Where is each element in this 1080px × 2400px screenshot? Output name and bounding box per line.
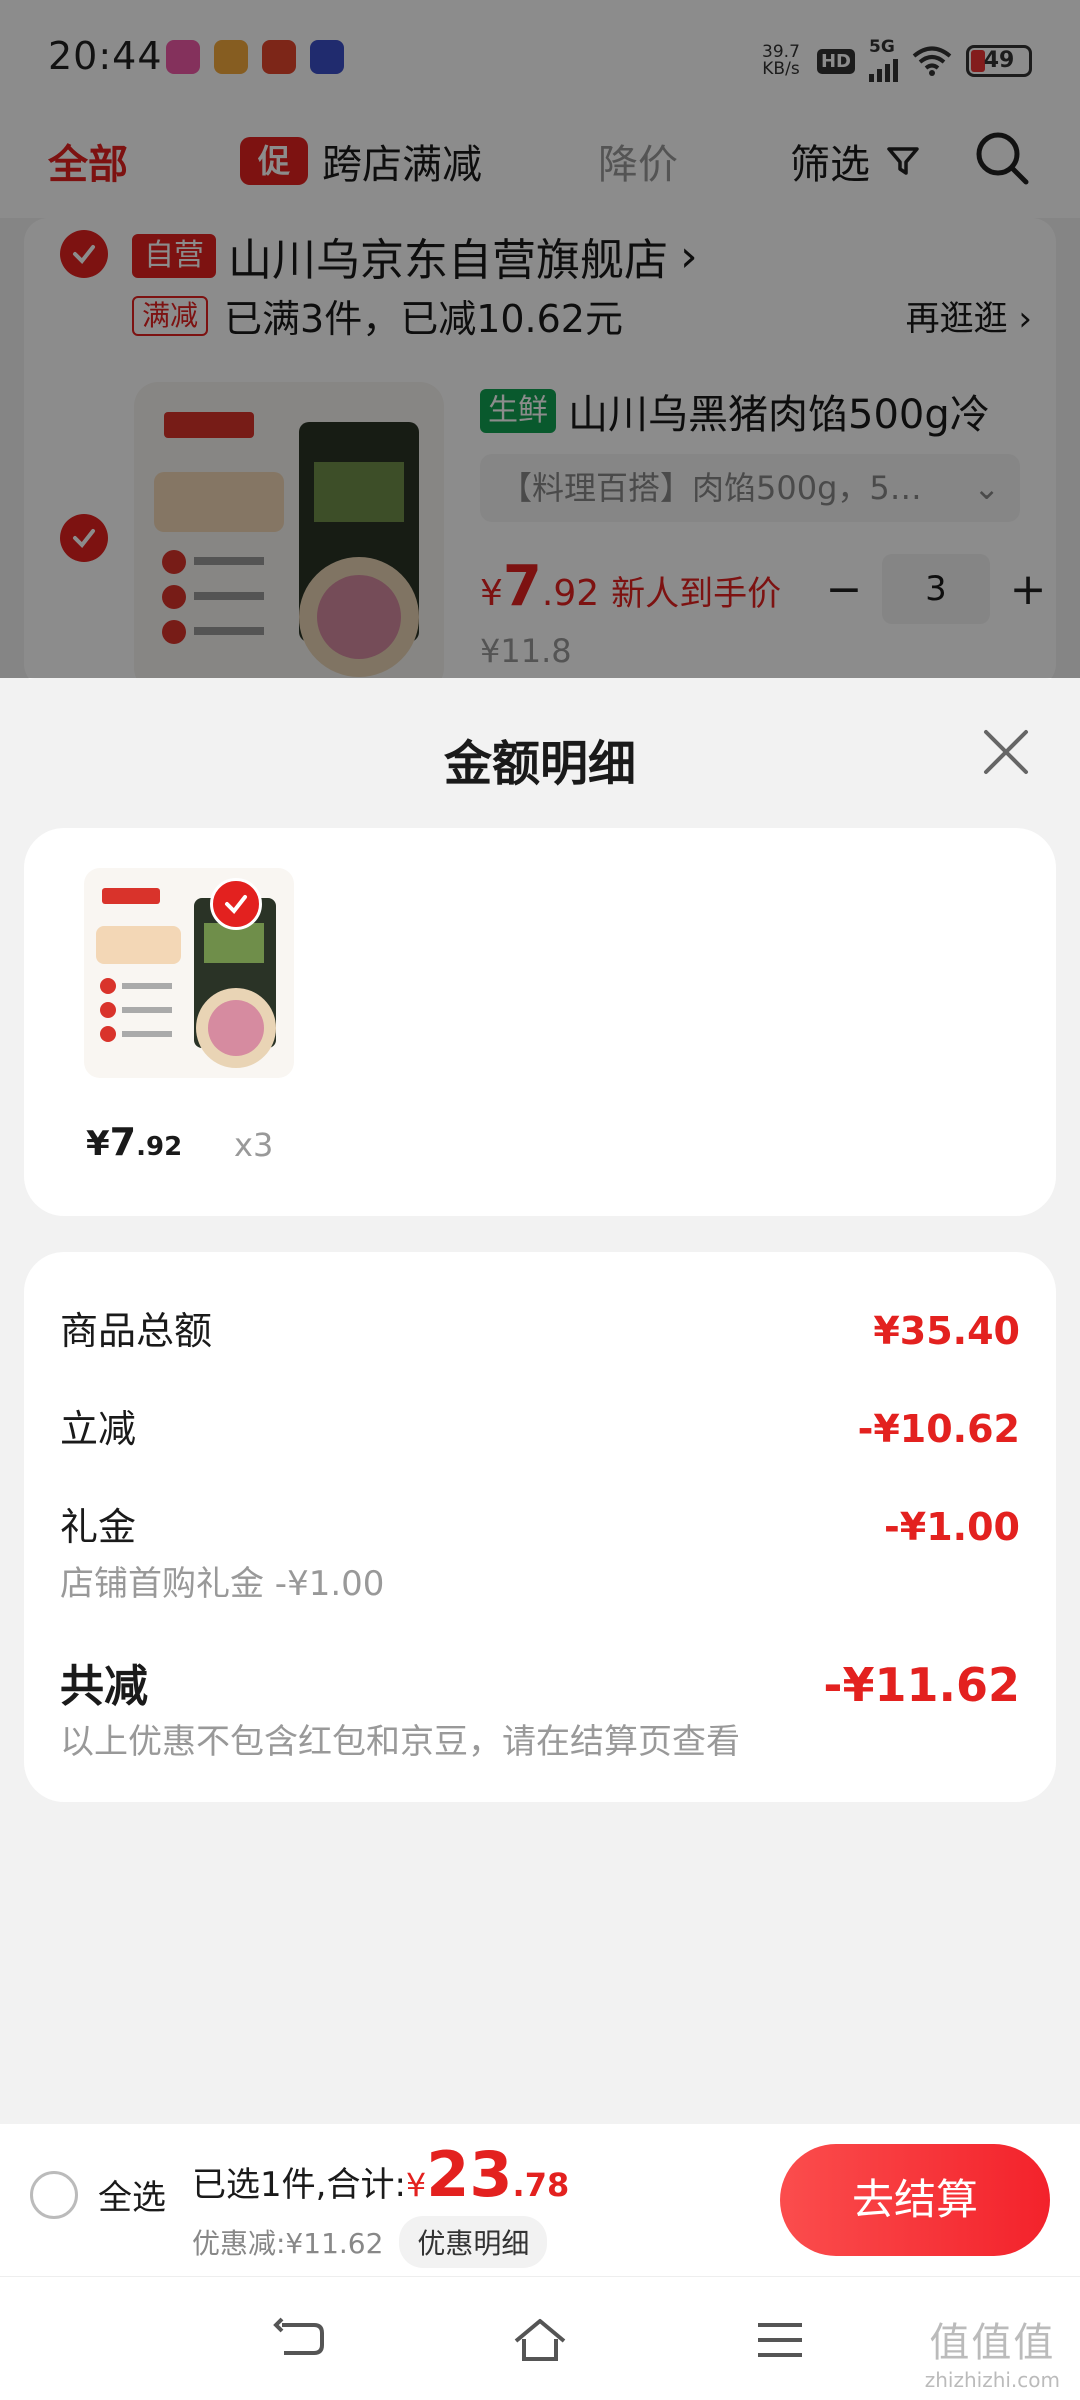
close-icon[interactable] [978, 724, 1034, 780]
gift-subtext: 店铺首购礼金 -¥1.00 [60, 1564, 385, 1604]
total-saved-value: -¥11.62 [823, 1658, 1020, 1712]
sheet-title: 金额明细 [443, 736, 636, 792]
total-row: 商品总额 ¥35.40 [60, 1300, 1020, 1355]
product-count: x3 [234, 1126, 274, 1164]
instant-discount-label: 立减 [60, 1407, 137, 1451]
gift-row: 礼金 -¥1.00 [60, 1496, 1020, 1551]
gift-label: 礼金 [60, 1505, 137, 1549]
total-amount: 23 [426, 2138, 513, 2211]
product-unit-price: ¥ 7 .92 [86, 1120, 183, 1164]
discount-text: 优惠减:¥11.62 [192, 2227, 384, 2260]
checkout-bar: 全选 已选1件,合计: ¥ 23 .78 优惠减:¥11.62 优惠明细 去结算 [0, 2124, 1080, 2276]
discount-summary: 优惠减:¥11.62 优惠明细 [192, 2216, 548, 2268]
total-label: 商品总额 [60, 1309, 213, 1353]
total-saved-label: 共减 [60, 1661, 148, 1712]
home-icon[interactable] [510, 2315, 570, 2365]
gift-value: -¥1.00 [884, 1505, 1020, 1549]
modal-backdrop[interactable] [0, 0, 1080, 678]
saved-note: 以上优惠不包含红包和京豆，请在结算页查看 [60, 1722, 740, 1762]
price-breakdown-card: 商品总额 ¥35.40 立减 -¥10.62 礼金 -¥1.00 店铺首购礼金 … [24, 1252, 1056, 1802]
selected-count-text: 已选1件,合计: [192, 2165, 406, 2205]
menu-icon[interactable] [750, 2315, 810, 2365]
instant-discount-row: 立减 -¥10.62 [60, 1398, 1020, 1453]
back-icon[interactable] [270, 2315, 330, 2365]
select-all-label: 全选 [98, 2178, 166, 2218]
select-all-radio[interactable] [30, 2170, 78, 2219]
checkout-button[interactable]: 去结算 [780, 2144, 1050, 2256]
watermark: 值值值 zhizhizhi.com [924, 2320, 1060, 2392]
total-summary: 已选1件,合计: ¥ 23 .78 [192, 2138, 570, 2211]
instant-discount-value: -¥10.62 [857, 1407, 1020, 1451]
selected-products-card: ¥ 7 .92 x3 [24, 828, 1056, 1216]
select-all-toggle[interactable]: 全选 [30, 2170, 166, 2219]
selected-check-icon [210, 878, 262, 930]
product-thumbnail [84, 868, 294, 1078]
total-value: ¥35.40 [873, 1309, 1020, 1353]
system-nav-bar [0, 2276, 1080, 2400]
total-saved-row: 共减 -¥11.62 [60, 1650, 1020, 1714]
discount-detail-button[interactable]: 优惠明细 [399, 2216, 548, 2268]
